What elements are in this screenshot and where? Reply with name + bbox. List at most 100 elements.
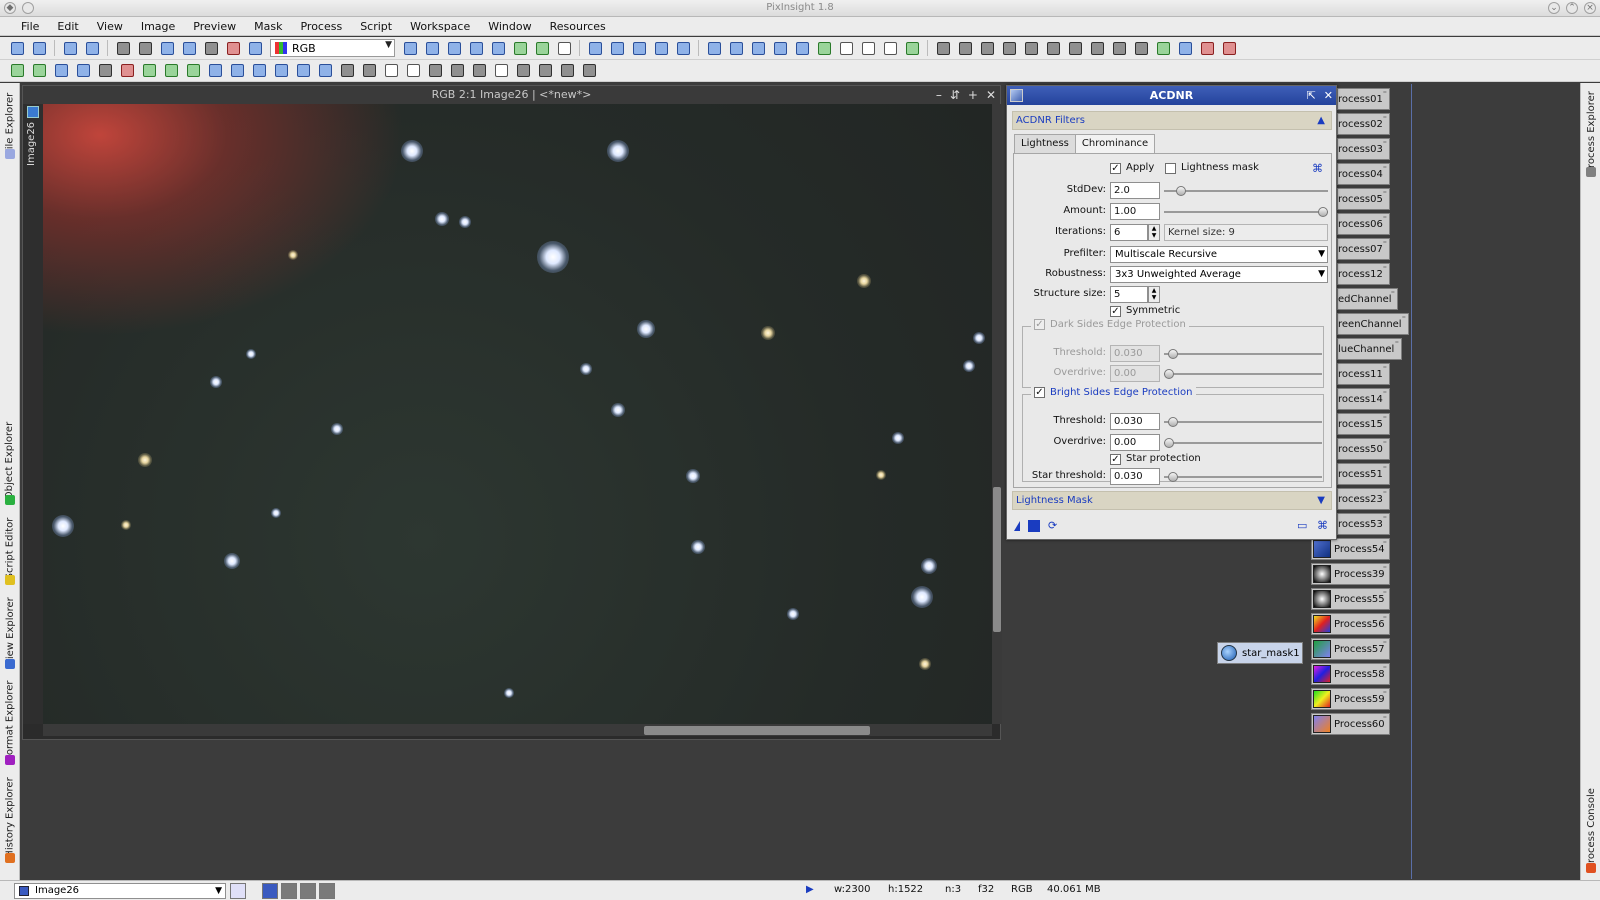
transparency-icon[interactable] xyxy=(382,62,400,80)
gray-swatch-icon-7[interactable] xyxy=(558,62,576,80)
process-icon[interactable]: Process58 ⁼ xyxy=(1311,663,1390,685)
dark-sides-checkbox[interactable]: ✓ xyxy=(1034,319,1045,330)
open-icon[interactable] xyxy=(61,39,79,57)
structure-size-field[interactable]: 5 xyxy=(1110,286,1148,303)
readout-mode-icon[interactable] xyxy=(401,39,419,57)
script-editor-tab[interactable]: Script Editor xyxy=(1,511,19,585)
tool-icon-4[interactable] xyxy=(1000,39,1018,57)
tool-icon-12[interactable] xyxy=(1176,39,1194,57)
gray-swatch-icon-8[interactable] xyxy=(580,62,598,80)
slider-knob[interactable] xyxy=(1168,349,1179,359)
process-icon[interactable]: reenChannel ⁼ xyxy=(1337,313,1409,335)
restore-icon[interactable]: ⇵ xyxy=(950,86,960,104)
slider-knob[interactable] xyxy=(1168,472,1179,482)
screen-transfer-icon[interactable] xyxy=(158,39,176,57)
menu-mask[interactable]: Mask xyxy=(245,20,291,33)
star-threshold-field[interactable]: 0.030 xyxy=(1110,468,1160,485)
slider-knob[interactable] xyxy=(1168,417,1179,427)
preview-store-icon[interactable] xyxy=(162,62,180,80)
file-explorer-tab[interactable]: File Explorer xyxy=(1,87,19,159)
shade-icon[interactable]: – xyxy=(936,86,942,104)
pan-icon[interactable] xyxy=(423,39,441,57)
process-icon[interactable]: rocess14 ⁼ xyxy=(1337,388,1390,410)
acdnr-filters-header[interactable]: ACDNR Filters ▲ xyxy=(1012,111,1332,130)
bright-threshold-slider[interactable] xyxy=(1164,417,1322,427)
menu-resources[interactable]: Resources xyxy=(541,20,615,33)
mask-invert-icon[interactable] xyxy=(224,39,242,57)
close-window-icon[interactable]: × xyxy=(1584,2,1596,14)
rgb-view-icon[interactable] xyxy=(114,39,132,57)
process-icon[interactable]: rocess04 ⁼ xyxy=(1337,163,1390,185)
image-window-titlebar[interactable]: RGB 2:1 Image26 | <*new*> – ⇵ + ✕ xyxy=(23,86,1000,104)
reset-icon[interactable]: ⌘ xyxy=(1312,162,1323,175)
robustness-select[interactable]: 3x3 Unweighted Average ▼ xyxy=(1110,266,1328,283)
tool-icon-7[interactable] xyxy=(1066,39,1084,57)
process-icon[interactable]: rocess01 ⁼ xyxy=(1337,88,1390,110)
fit-view-icon[interactable] xyxy=(705,39,723,57)
close-icon[interactable]: ✕ xyxy=(1324,86,1333,105)
mask-show-icon[interactable] xyxy=(202,39,220,57)
background-icon-1[interactable] xyxy=(338,62,356,80)
apply-checkbox[interactable]: ✓ xyxy=(1110,163,1121,174)
star-mask-icon[interactable]: star_mask1 xyxy=(1217,642,1303,664)
slider-knob[interactable] xyxy=(1318,207,1328,217)
tab-chrominance[interactable]: Chrominance xyxy=(1074,134,1156,154)
close-image-icon[interactable]: ✕ xyxy=(986,86,996,104)
gray-swatch-icon-4[interactable] xyxy=(492,62,510,80)
bright-overdrive-slider[interactable] xyxy=(1164,438,1322,448)
dark-overdrive-field[interactable]: 0.00 xyxy=(1110,365,1160,382)
process-icon[interactable]: rocess53 ⁼ xyxy=(1337,513,1390,535)
redo-icon[interactable] xyxy=(30,39,48,57)
full-screen-icon[interactable] xyxy=(771,39,789,57)
format-explorer-tab[interactable]: Format Explorer xyxy=(1,675,19,765)
display-channel-icon-1[interactable] xyxy=(262,883,278,899)
process-console-tab[interactable]: Process Console xyxy=(1582,783,1600,873)
amount-field[interactable]: 1.00 xyxy=(1110,203,1160,220)
lightness-mask-checkbox[interactable] xyxy=(1165,163,1176,174)
dark-threshold-slider[interactable] xyxy=(1164,349,1322,359)
process-explorer-tab[interactable]: Process Explorer xyxy=(1582,87,1600,177)
process-icon[interactable]: rocess23 ⁼ xyxy=(1337,488,1390,510)
view-explorer-tab[interactable]: View Explorer xyxy=(1,593,19,669)
process-icon[interactable]: Process57 ⁼ xyxy=(1311,638,1390,660)
tool-icon-3[interactable] xyxy=(978,39,996,57)
display-channel-icon-2[interactable] xyxy=(281,883,297,899)
slider-knob[interactable] xyxy=(1176,186,1187,196)
process-icon[interactable]: rocess07 ⁼ xyxy=(1337,238,1390,260)
dark-overdrive-slider[interactable] xyxy=(1164,369,1322,379)
tool-icon-2[interactable] xyxy=(956,39,974,57)
tool-icon-9[interactable] xyxy=(1110,39,1128,57)
menu-window[interactable]: Window xyxy=(479,20,540,33)
auto-stretch-icon[interactable] xyxy=(180,39,198,57)
tool-icon-8[interactable] xyxy=(1088,39,1106,57)
undo-preview-icon[interactable] xyxy=(206,62,224,80)
image-view-tab[interactable]: Image26 xyxy=(23,104,43,724)
cascade-icon[interactable] xyxy=(727,39,745,57)
process-icon[interactable]: rocess06 ⁼ xyxy=(1337,213,1390,235)
stddev-field[interactable]: 2.0 xyxy=(1110,182,1160,199)
edit-preview-icon[interactable] xyxy=(533,39,551,57)
history-explorer-tab[interactable]: History Explorer xyxy=(1,771,19,863)
rotate-cw-icon[interactable] xyxy=(228,62,246,80)
flip-icon[interactable] xyxy=(316,62,334,80)
acdnr-window[interactable]: ACDNR ⇱ ✕ ACDNR Filters ▲ Lightness Chro… xyxy=(1006,85,1337,540)
display-channel-icon-3[interactable] xyxy=(300,883,316,899)
mirror-vertical-icon[interactable] xyxy=(294,62,312,80)
tool-icon-15[interactable] xyxy=(96,62,114,80)
process-icon[interactable]: rocess12 ⁼ xyxy=(1337,263,1390,285)
zoom-1-1-icon[interactable] xyxy=(630,39,648,57)
gray-swatch-icon-1[interactable] xyxy=(426,62,444,80)
view-selector[interactable]: Image26 ▼ xyxy=(14,883,226,899)
bright-sides-checkbox[interactable]: ✓ xyxy=(1034,387,1045,398)
process-icon[interactable]: edChannel ⁼ xyxy=(1337,288,1398,310)
process-icon[interactable]: rocess50 ⁼ xyxy=(1337,438,1390,460)
menu-file[interactable]: File xyxy=(12,20,48,33)
prefilter-select[interactable]: Multiscale Recursive ▼ xyxy=(1110,246,1328,263)
grid-icon[interactable] xyxy=(74,62,92,80)
save-icon[interactable] xyxy=(83,39,101,57)
window-icon-3[interactable] xyxy=(881,39,899,57)
real-time-preview-icon[interactable]: ⟳ xyxy=(1048,520,1060,532)
slider-knob[interactable] xyxy=(1164,369,1174,379)
horizontal-scroll-thumb[interactable] xyxy=(644,726,870,735)
preview-restore-icon[interactable] xyxy=(184,62,202,80)
